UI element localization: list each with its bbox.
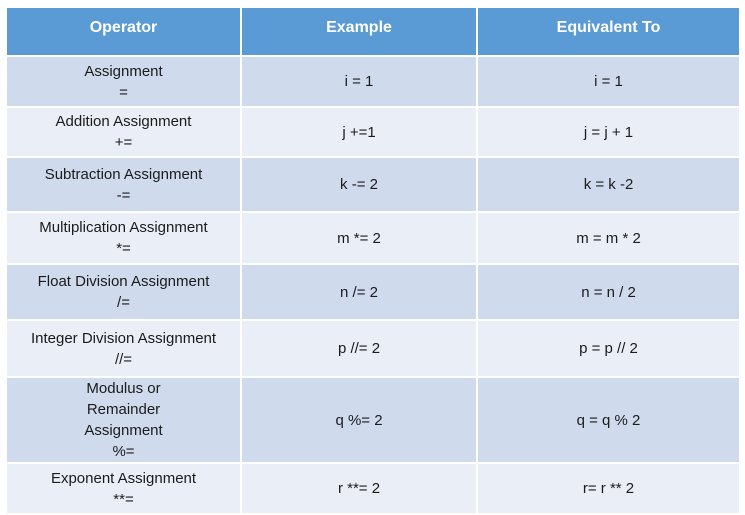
operator-name: Multiplication Assignment <box>39 219 208 236</box>
operator-cell: Subtraction Assignment -= <box>5 156 242 213</box>
equivalent-cell: i = 1 <box>476 55 741 108</box>
equivalent-cell: j = j + 1 <box>476 106 741 158</box>
operator-name: Subtraction Assignment <box>44 165 203 183</box>
table-row: Assignment = i = 1 i = 1 <box>5 55 741 108</box>
table-row: Exponent Assignment **= r **= 2 r= r ** … <box>5 462 741 515</box>
example-cell: p //= 2 <box>240 319 478 378</box>
operator-symbol: //= <box>114 350 133 368</box>
example-cell: r **= 2 <box>240 462 478 515</box>
operator-symbol: %= <box>112 443 135 460</box>
operator-cell: Assignment = <box>5 55 242 108</box>
table-row: Multiplication Assignment *= m *= 2 m = … <box>5 211 741 265</box>
operator-symbol: += <box>114 134 133 151</box>
operator-name: Integer Division Assignment <box>30 329 217 347</box>
example-cell: m *= 2 <box>240 211 478 265</box>
operator-symbol: /= <box>117 294 130 311</box>
operator-name: Addition Assignment <box>55 113 192 130</box>
operator-name: Float Division Assignment <box>37 273 210 290</box>
operator-name: Exponent Assignment <box>50 469 197 487</box>
table-row: Addition Assignment += j +=1 j = j + 1 <box>5 106 741 158</box>
header-operator: Operator <box>5 6 242 57</box>
operator-cell: Integer Division Assignment //= <box>5 319 242 378</box>
equivalent-cell: m = m * 2 <box>476 211 741 265</box>
operator-symbol: **= <box>113 490 134 508</box>
operator-symbol: *= <box>116 240 131 257</box>
operator-name: Modulus or Remainder Assignment <box>84 380 163 439</box>
header-equivalent-to: Equivalent To <box>476 6 741 57</box>
table-header-row: Operator Example Equivalent To <box>5 6 741 57</box>
table-row: Float Division Assignment /= n /= 2 n = … <box>5 263 741 321</box>
table-row: Integer Division Assignment //= p //= 2 … <box>5 319 741 378</box>
example-cell: j +=1 <box>240 106 478 158</box>
operator-cell: Modulus or Remainder Assignment %= <box>5 376 242 464</box>
operator-symbol: -= <box>116 186 131 204</box>
operator-name: Assignment <box>84 62 163 80</box>
example-cell: n /= 2 <box>240 263 478 321</box>
equivalent-cell: q = q % 2 <box>476 376 741 464</box>
operator-cell: Exponent Assignment **= <box>5 462 242 515</box>
equivalent-cell: p = p // 2 <box>476 319 741 378</box>
table-row: Subtraction Assignment -= k -= 2 k = k -… <box>5 156 741 213</box>
equivalent-cell: r= r ** 2 <box>476 462 741 515</box>
table-row: Modulus or Remainder Assignment %= q %= … <box>5 376 741 464</box>
example-cell: q %= 2 <box>240 376 478 464</box>
header-example: Example <box>240 6 478 57</box>
equivalent-cell: k = k -2 <box>476 156 741 213</box>
operator-symbol: = <box>119 83 128 101</box>
operator-cell: Float Division Assignment /= <box>5 263 242 321</box>
equivalent-cell: n = n / 2 <box>476 263 741 321</box>
assignment-operators-table: Operator Example Equivalent To Assignmen… <box>5 6 741 515</box>
example-cell: i = 1 <box>240 55 478 108</box>
example-cell: k -= 2 <box>240 156 478 213</box>
operator-cell: Addition Assignment += <box>5 106 242 158</box>
operator-cell: Multiplication Assignment *= <box>5 211 242 265</box>
